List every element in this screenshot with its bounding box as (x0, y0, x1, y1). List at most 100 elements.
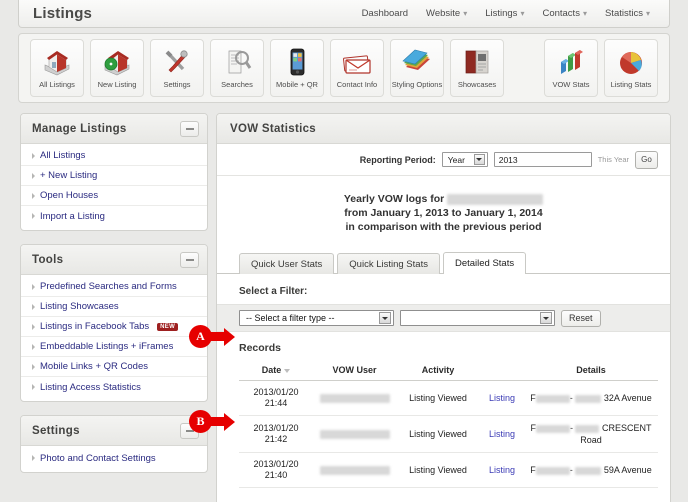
filter-value-select[interactable] (400, 310, 555, 326)
collapse-icon[interactable] (180, 120, 199, 137)
column-label: Date (261, 365, 282, 375)
nav-label: Contacts (542, 8, 580, 19)
panel-title: Settings (32, 424, 80, 437)
listing-link[interactable]: Listing (489, 393, 515, 403)
toolbar-button-searches[interactable]: Searches (210, 39, 264, 97)
sidebar-item-import-a-listing[interactable]: Import a Listing (21, 206, 207, 226)
select-value: Year (447, 154, 465, 165)
cell-details[interactable]: F- CRESCENT Road (524, 415, 658, 453)
table-row: 2013/01/20 21:44 Listing Viewed Listing … (239, 380, 658, 416)
toolbar-button-mobile-qr[interactable]: Mobile + QR (270, 39, 324, 97)
tab-detailed-stats[interactable]: Detailed Stats (442, 252, 527, 274)
column-header-details[interactable]: Details (524, 361, 658, 381)
sidebar-item-label: Mobile Links + QR Codes (40, 361, 148, 372)
listing-link[interactable]: Listing (489, 465, 515, 475)
cell-activity: Listing Viewed (396, 415, 480, 453)
this-year-hint: This Year (597, 155, 629, 164)
page-root: Listings Dashboard Website ▾ Listings ▾ Co… (0, 0, 688, 502)
toolbar-button-new-listing[interactable]: New Listing (90, 39, 144, 97)
reset-button[interactable]: Reset (561, 309, 601, 327)
sidebar-item-predefined-searches[interactable]: Predefined Searches and Forms (21, 277, 207, 297)
records-table: Date VOW User Activity Details 2013/01/2… (239, 361, 658, 488)
sidebar-item-embeddable-listings[interactable]: Embeddable Listings + iFrames (21, 337, 207, 357)
collapse-icon[interactable] (180, 251, 199, 268)
arrow-body (209, 332, 225, 341)
table-row: 2013/01/20 21:40 Listing Viewed Listing … (239, 452, 658, 488)
toolbar-button-contact-info[interactable]: Contact Info (330, 39, 384, 97)
column-header-vow-user[interactable]: VOW User (313, 361, 396, 381)
toolbar-button-vow-stats[interactable]: VOW Stats (544, 39, 598, 97)
chevron-right-icon (32, 363, 35, 370)
nav-item-contacts[interactable]: Contacts ▾ (533, 5, 596, 22)
arrow-body (209, 417, 225, 426)
tab-quick-listing-stats[interactable]: Quick Listing Stats (337, 253, 440, 274)
column-header-blank (480, 361, 524, 381)
nav-label: Listings (485, 8, 518, 19)
cell-listing-link[interactable]: Listing (480, 415, 524, 453)
column-header-date[interactable]: Date (239, 361, 313, 381)
redacted-account-name (447, 193, 544, 205)
toolbar-button-showcases[interactable]: Showcases (450, 39, 504, 97)
toolbar-label: New Listing (97, 80, 137, 89)
toolbar-label: VOW Stats (552, 80, 590, 89)
summary-text: Yearly VOW logs for from January 1, 2013… (217, 176, 670, 246)
column-header-activity[interactable]: Activity (396, 361, 480, 381)
cell-listing-link[interactable]: Listing (480, 380, 524, 416)
sidebar-item-photo-and-contact-settings[interactable]: Photo and Contact Settings (21, 448, 207, 468)
sidebar-item-listing-showcases[interactable]: Listing Showcases (21, 297, 207, 317)
sidebar-item-new-listing[interactable]: + New Listing (21, 166, 207, 186)
new-badge: NEW (157, 322, 179, 331)
listing-link[interactable]: Listing (489, 429, 515, 439)
sidebar-item-mobile-links-qr[interactable]: Mobile Links + QR Codes (21, 357, 207, 377)
house-icon (44, 51, 70, 76)
select-a-filter-heading: Select a Filter: (239, 286, 308, 297)
cell-listing-link[interactable]: Listing (480, 452, 524, 488)
toolbar-label: Contact Info (336, 80, 378, 89)
chevron-down-icon (540, 312, 552, 324)
sidebar-item-label: Listings in Facebook Tabs (40, 321, 150, 332)
sidebar-item-listing-access-statistics[interactable]: Listing Access Statistics (21, 377, 207, 397)
toolbar-button-styling-options[interactable]: Styling Options (390, 39, 444, 97)
toolbar-button-all-listings[interactable]: All Listings (30, 39, 84, 97)
chevron-right-icon (32, 384, 35, 390)
tab-quick-user-stats[interactable]: Quick User Stats (239, 253, 335, 274)
sidebar-item-label: Listing Showcases (40, 301, 119, 312)
reporting-period-row: Reporting Period: Year 2013 This Year Go (217, 144, 670, 176)
nav-item-listings[interactable]: Listings ▾ (476, 5, 533, 22)
reporting-period-select[interactable]: Year (441, 152, 488, 167)
filter-type-select[interactable]: -- Select a filter type -- (239, 310, 394, 326)
chevron-right-icon (32, 192, 35, 199)
sidebar-item-open-houses[interactable]: Open Houses (21, 186, 207, 206)
toolbar-label: Showcases (457, 80, 497, 89)
nav-item-dashboard[interactable]: Dashboard (353, 5, 417, 22)
chevron-down-icon (473, 154, 485, 165)
cell-details[interactable]: F- 59A Avenue (524, 452, 658, 488)
panel-title: Manage Listings (32, 122, 127, 135)
chevron-down-icon (379, 312, 391, 324)
reporting-year-input[interactable]: 2013 (493, 152, 592, 167)
chevron-right-icon (32, 152, 35, 159)
app-header: Listings Dashboard Website ▾ Listings ▾ Co… (18, 0, 670, 28)
top-navigation: Dashboard Website ▾ Listings ▾ Contacts ▾ S… (353, 5, 659, 22)
toolbar-button-settings[interactable]: Settings (150, 39, 204, 97)
pie-chart-icon (620, 52, 642, 74)
cell-vow-user (313, 452, 396, 488)
sidebar-item-all-listings[interactable]: All Listings (21, 146, 207, 166)
cell-details[interactable]: F- 32A Avenue (524, 380, 658, 416)
sort-caret-icon (284, 368, 291, 373)
open-book-icon (465, 50, 489, 74)
icon-toolbar: All Listings New Listing Settings Search… (18, 33, 670, 103)
table-header-row: Date VOW User Activity Details (239, 361, 658, 381)
house-plus-icon (104, 51, 130, 76)
toolbar-label: Settings (163, 80, 191, 89)
chevron-down-icon: ▾ (520, 9, 525, 18)
bar-chart-icon (561, 50, 583, 74)
select-value: -- Select a filter type -- (246, 313, 335, 323)
nav-item-statistics[interactable]: Statistics ▾ (596, 5, 659, 22)
toolbar-button-listing-stats[interactable]: Listing Stats (604, 39, 658, 97)
sidebar-item-facebook-tabs[interactable]: Listings in Facebook Tabs NEW (21, 317, 207, 337)
go-button[interactable]: Go (635, 150, 658, 169)
vow-statistics-panel: VOW Statistics Reporting Period: Year 20… (216, 113, 671, 502)
nav-item-website[interactable]: Website ▾ (417, 5, 476, 22)
nav-label: Website (426, 8, 461, 19)
